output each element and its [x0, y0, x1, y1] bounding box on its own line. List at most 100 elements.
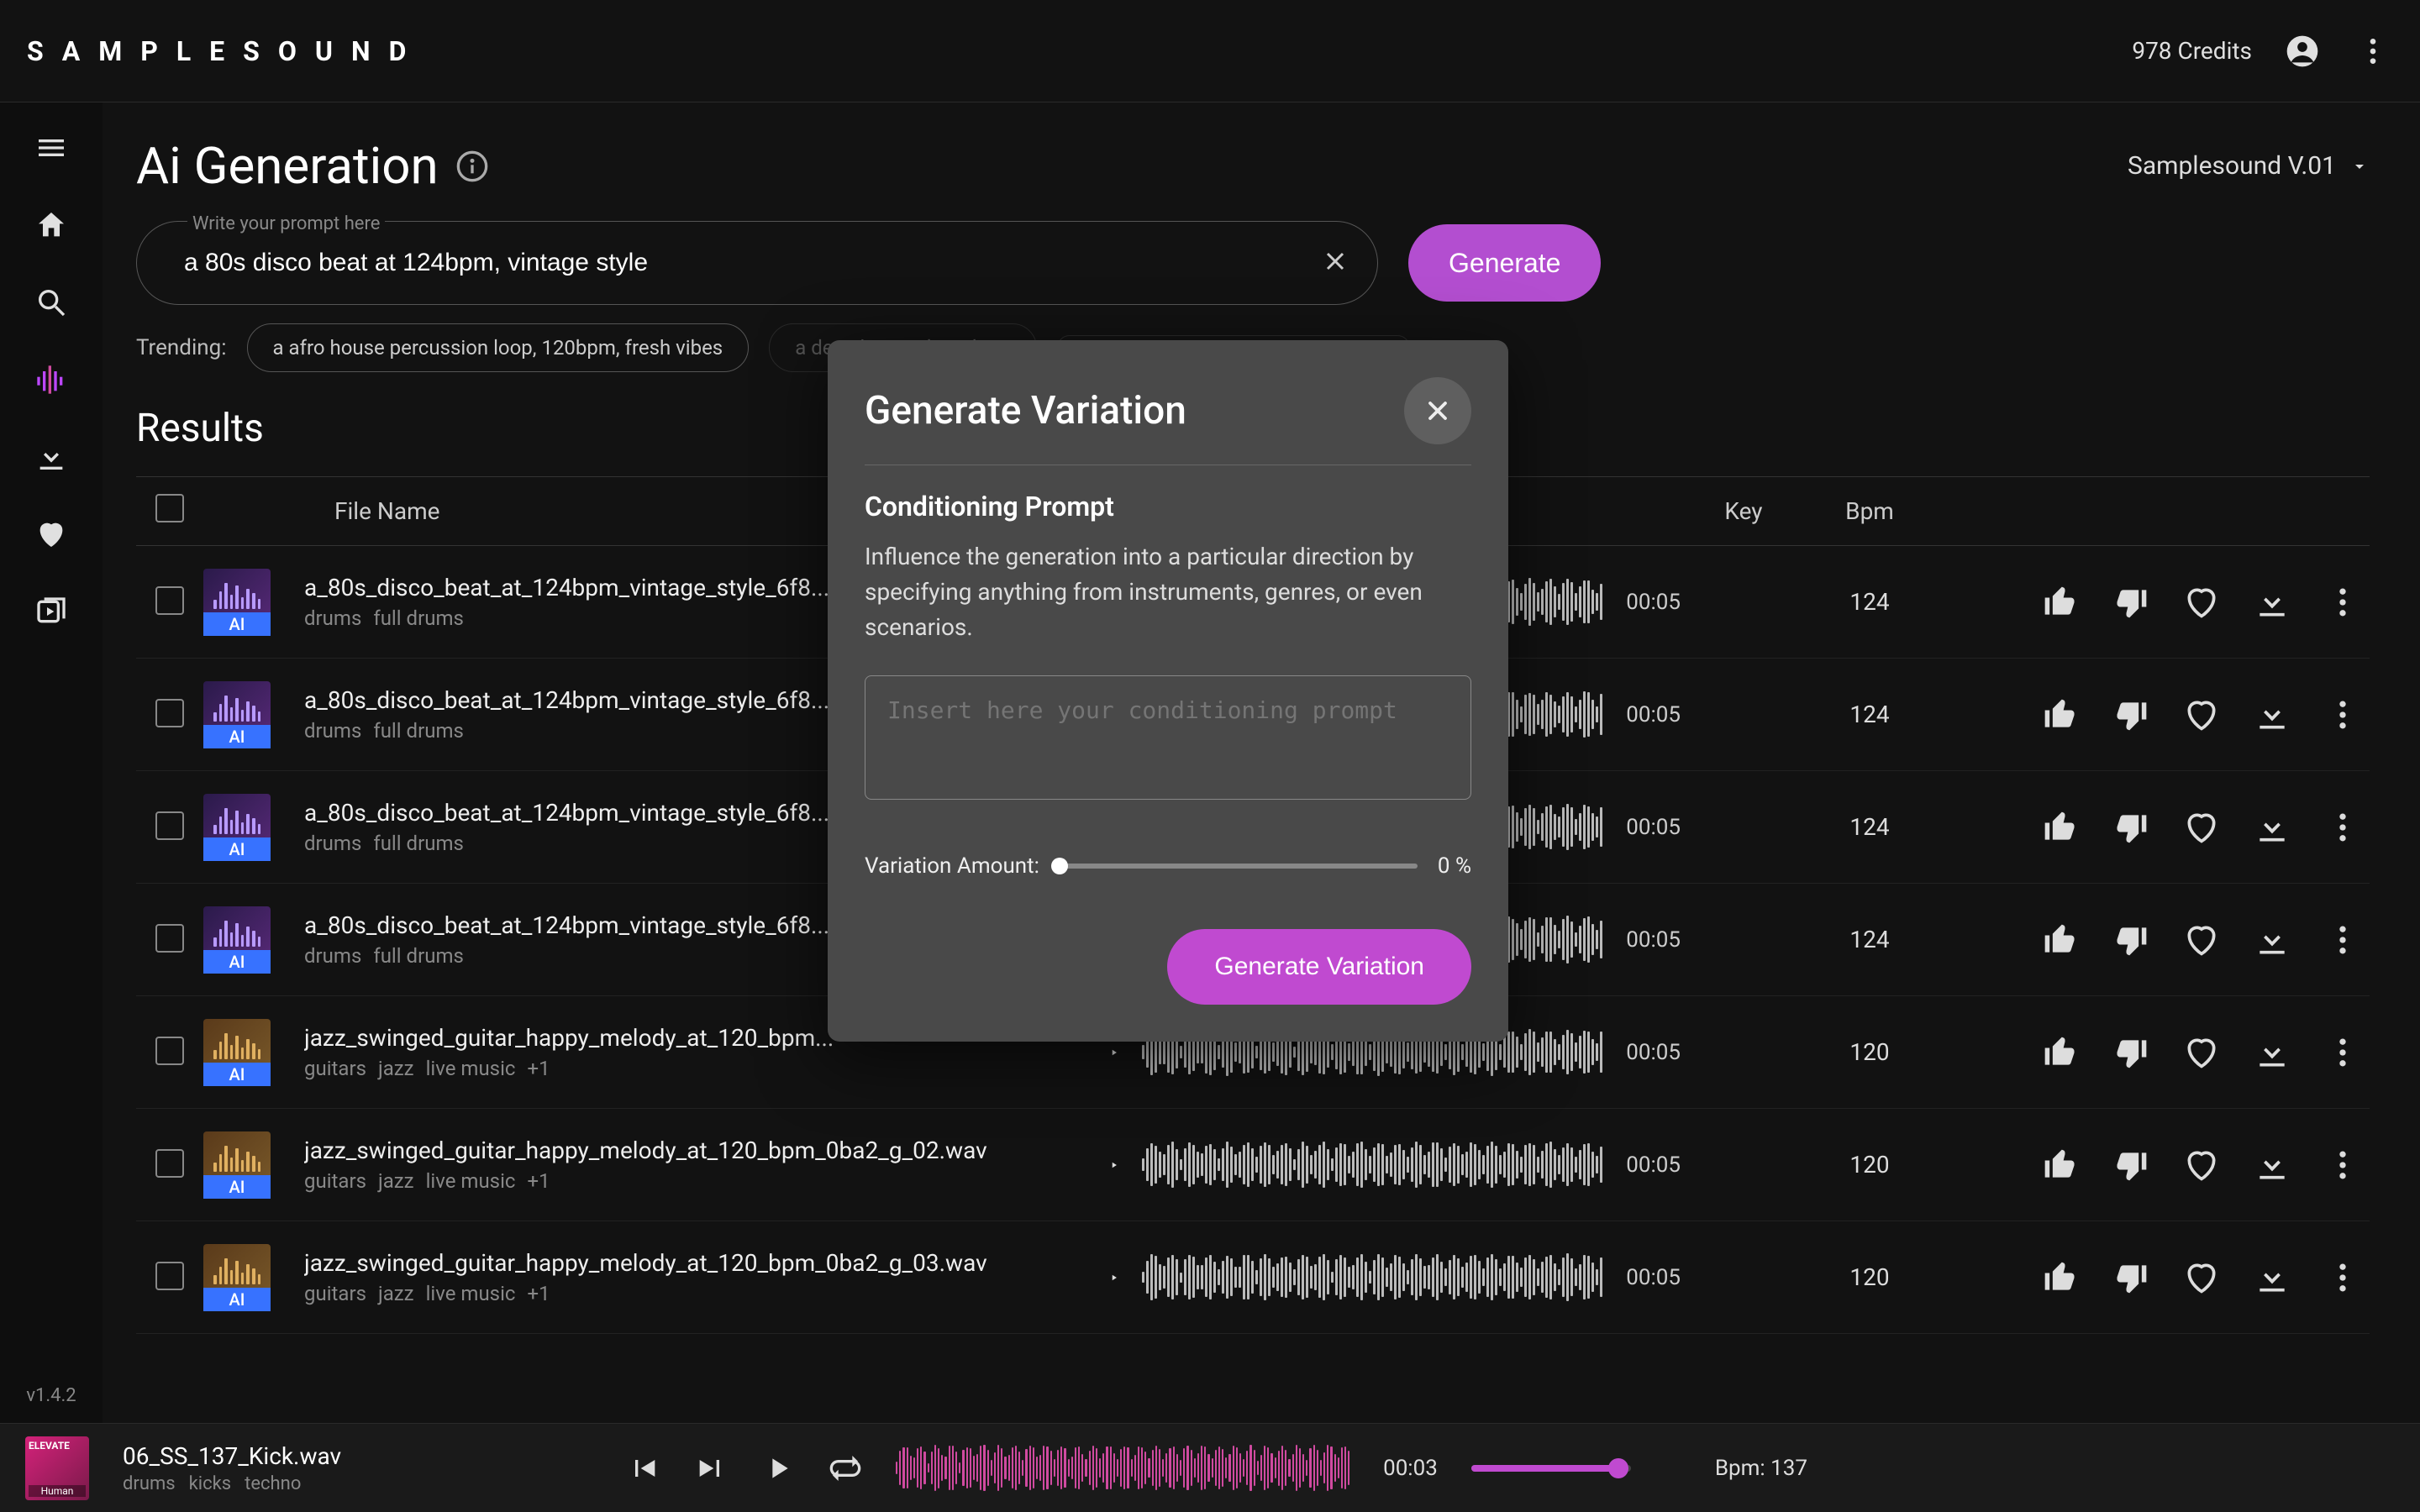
- player-tag[interactable]: kicks: [189, 1473, 232, 1494]
- download-icon[interactable]: [2254, 696, 2291, 733]
- player-thumbnail[interactable]: ELEVATE Human: [25, 1436, 89, 1500]
- row-thumbnail[interactable]: AI: [203, 1244, 271, 1311]
- ai-generation-icon[interactable]: [31, 360, 71, 400]
- variation-slider[interactable]: [1060, 864, 1418, 869]
- more-icon[interactable]: [2324, 1147, 2361, 1184]
- download-icon[interactable]: [2254, 921, 2291, 958]
- heart-icon[interactable]: [2183, 1147, 2220, 1184]
- prev-icon[interactable]: [627, 1452, 660, 1485]
- row-checkbox[interactable]: [155, 811, 184, 840]
- more-icon[interactable]: [2324, 584, 2361, 621]
- tag[interactable]: +1: [527, 1057, 550, 1080]
- conditioning-input[interactable]: [865, 675, 1471, 800]
- more-icon[interactable]: [2353, 31, 2393, 71]
- more-icon[interactable]: [2324, 696, 2361, 733]
- home-icon[interactable]: [31, 205, 71, 245]
- more-icon[interactable]: [2324, 1034, 2361, 1071]
- row-checkbox[interactable]: [155, 1262, 184, 1290]
- tag[interactable]: live music: [426, 1057, 516, 1080]
- download-icon[interactable]: [2254, 809, 2291, 846]
- download-icon[interactable]: [2254, 1259, 2291, 1296]
- tag[interactable]: guitars: [304, 1169, 366, 1193]
- generate-button[interactable]: Generate: [1408, 224, 1601, 302]
- tag[interactable]: full drums: [373, 944, 464, 968]
- prompt-input[interactable]: [184, 249, 1320, 277]
- tag[interactable]: full drums: [373, 719, 464, 743]
- heart-icon[interactable]: [2183, 1034, 2220, 1071]
- thumbs-down-icon[interactable]: [2112, 809, 2149, 846]
- player-tag[interactable]: techno: [245, 1473, 301, 1494]
- more-icon[interactable]: [2324, 809, 2361, 846]
- download-icon[interactable]: [31, 437, 71, 477]
- select-all-checkbox[interactable]: [155, 494, 184, 522]
- more-icon[interactable]: [2324, 1259, 2361, 1296]
- row-thumbnail[interactable]: AI: [203, 569, 271, 636]
- row-checkbox[interactable]: [155, 1149, 184, 1178]
- thumbs-down-icon[interactable]: [2112, 584, 2149, 621]
- model-select[interactable]: Samplesound V.01: [2128, 151, 2370, 181]
- close-icon[interactable]: [1404, 377, 1471, 444]
- heart-icon[interactable]: [2183, 809, 2220, 846]
- row-thumbnail[interactable]: AI: [203, 1131, 271, 1199]
- heart-icon[interactable]: [2183, 921, 2220, 958]
- row-thumbnail[interactable]: AI: [203, 1019, 271, 1086]
- next-icon[interactable]: [694, 1452, 728, 1485]
- thumbs-up-icon[interactable]: [2042, 1259, 2079, 1296]
- thumbs-up-icon[interactable]: [2042, 1034, 2079, 1071]
- tag[interactable]: drums: [304, 719, 361, 743]
- trending-chip[interactable]: a afro house percussion loop, 120bpm, fr…: [247, 323, 750, 372]
- heart-icon[interactable]: [2183, 584, 2220, 621]
- tag[interactable]: drums: [304, 944, 361, 968]
- download-icon[interactable]: [2254, 1147, 2291, 1184]
- row-checkbox[interactable]: [155, 924, 184, 953]
- library-icon[interactable]: [31, 591, 71, 632]
- row-thumbnail[interactable]: AI: [203, 906, 271, 974]
- menu-icon[interactable]: [31, 128, 71, 168]
- thumbs-up-icon[interactable]: [2042, 696, 2079, 733]
- tag[interactable]: drums: [304, 832, 361, 855]
- player-waveform[interactable]: [896, 1448, 1349, 1488]
- prompt-input-wrap[interactable]: Write your prompt here: [136, 221, 1378, 305]
- tag[interactable]: +1: [527, 1282, 550, 1305]
- thumbs-up-icon[interactable]: [2042, 921, 2079, 958]
- thumbs-down-icon[interactable]: [2112, 1034, 2149, 1071]
- tag[interactable]: drums: [304, 606, 361, 630]
- tag[interactable]: jazz: [378, 1057, 414, 1080]
- player-tag[interactable]: drums: [123, 1473, 176, 1494]
- account-icon[interactable]: [2282, 31, 2323, 71]
- info-icon[interactable]: [455, 150, 489, 183]
- tag[interactable]: +1: [527, 1169, 550, 1193]
- row-checkbox[interactable]: [155, 699, 184, 727]
- row-checkbox[interactable]: [155, 1037, 184, 1065]
- tag[interactable]: live music: [426, 1282, 516, 1305]
- tag[interactable]: guitars: [304, 1282, 366, 1305]
- tag[interactable]: jazz: [378, 1282, 414, 1305]
- search-icon[interactable]: [31, 282, 71, 323]
- heart-icon[interactable]: [2183, 696, 2220, 733]
- row-waveform[interactable]: [1142, 1142, 1602, 1189]
- row-play-icon[interactable]: [1109, 1263, 1118, 1293]
- play-icon[interactable]: [761, 1452, 795, 1485]
- thumbs-up-icon[interactable]: [2042, 584, 2079, 621]
- heart-icon[interactable]: [2183, 1259, 2220, 1296]
- thumbs-up-icon[interactable]: [2042, 1147, 2079, 1184]
- row-thumbnail[interactable]: AI: [203, 681, 271, 748]
- row-waveform[interactable]: [1142, 1254, 1602, 1301]
- thumbs-down-icon[interactable]: [2112, 1147, 2149, 1184]
- row-thumbnail[interactable]: AI: [203, 794, 271, 861]
- tag[interactable]: jazz: [378, 1169, 414, 1193]
- download-icon[interactable]: [2254, 584, 2291, 621]
- row-play-icon[interactable]: [1109, 1150, 1118, 1180]
- favorites-icon[interactable]: [31, 514, 71, 554]
- tag[interactable]: full drums: [373, 832, 464, 855]
- more-icon[interactable]: [2324, 921, 2361, 958]
- clear-icon[interactable]: [1320, 246, 1350, 280]
- loop-icon[interactable]: [829, 1452, 862, 1485]
- volume-slider[interactable]: [1471, 1465, 1631, 1472]
- tag[interactable]: live music: [426, 1169, 516, 1193]
- row-checkbox[interactable]: [155, 586, 184, 615]
- thumbs-down-icon[interactable]: [2112, 1259, 2149, 1296]
- thumbs-down-icon[interactable]: [2112, 696, 2149, 733]
- thumbs-up-icon[interactable]: [2042, 809, 2079, 846]
- download-icon[interactable]: [2254, 1034, 2291, 1071]
